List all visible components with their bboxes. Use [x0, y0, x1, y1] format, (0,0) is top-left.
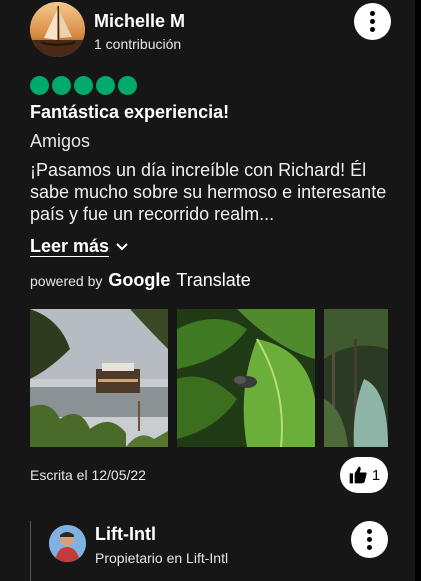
right-edge-border	[415, 0, 421, 581]
review-title: Fantástica experiencia!	[30, 102, 230, 122]
review-photo[interactable]	[324, 309, 388, 447]
translate-label: Translate	[176, 270, 251, 290]
trip-type: Amigos	[30, 131, 91, 151]
owner-role: Propietario en Lift-Intl	[95, 550, 229, 566]
owner-name[interactable]: Lift-Intl	[95, 524, 156, 545]
helpful-vote-button[interactable]: 1	[340, 457, 388, 493]
more-vertical-icon	[370, 11, 375, 16]
more-vertical-icon-dot	[367, 545, 372, 550]
more-vertical-icon-dot	[367, 537, 372, 542]
author-contributions: 1 contribución	[94, 36, 182, 52]
rating-bubble-filled	[96, 76, 115, 95]
review-photo[interactable]	[177, 309, 315, 447]
google-logo: Google	[108, 270, 171, 290]
review-photos	[30, 309, 388, 447]
review-photo[interactable]	[30, 309, 168, 447]
more-vertical-icon-dot	[370, 27, 375, 32]
reply-indent-line	[30, 521, 31, 581]
author-avatar[interactable]	[30, 2, 85, 57]
rating-bubbles	[30, 76, 137, 95]
rating-bubble-filled	[52, 76, 71, 95]
review-header: Michelle M 1 contribución	[30, 2, 391, 58]
more-vertical-icon	[367, 529, 372, 534]
thumbs-up-icon	[349, 466, 367, 484]
owner-avatar[interactable]	[49, 525, 86, 562]
author-name[interactable]: Michelle M	[94, 11, 185, 32]
rating-bubble-filled	[118, 76, 137, 95]
powered-by-label: powered by	[30, 273, 103, 289]
reply-more-options-button[interactable]	[351, 521, 388, 558]
more-vertical-icon-dot	[370, 19, 375, 24]
read-more-label: Leer más	[30, 236, 110, 256]
chevron-down-icon	[116, 242, 128, 250]
read-more-link[interactable]: Leer más	[30, 236, 129, 257]
review-body: ¡Pasamos un día increíble con Richard! É…	[30, 160, 387, 224]
helpful-count: 1	[371, 466, 381, 484]
written-date: Escrita el 12/05/22	[30, 467, 146, 483]
rating-bubble-filled	[74, 76, 93, 95]
more-options-button[interactable]	[354, 3, 391, 40]
powered-by-google-translate: powered by Google Translate	[30, 270, 251, 291]
rating-bubble-filled	[30, 76, 49, 95]
